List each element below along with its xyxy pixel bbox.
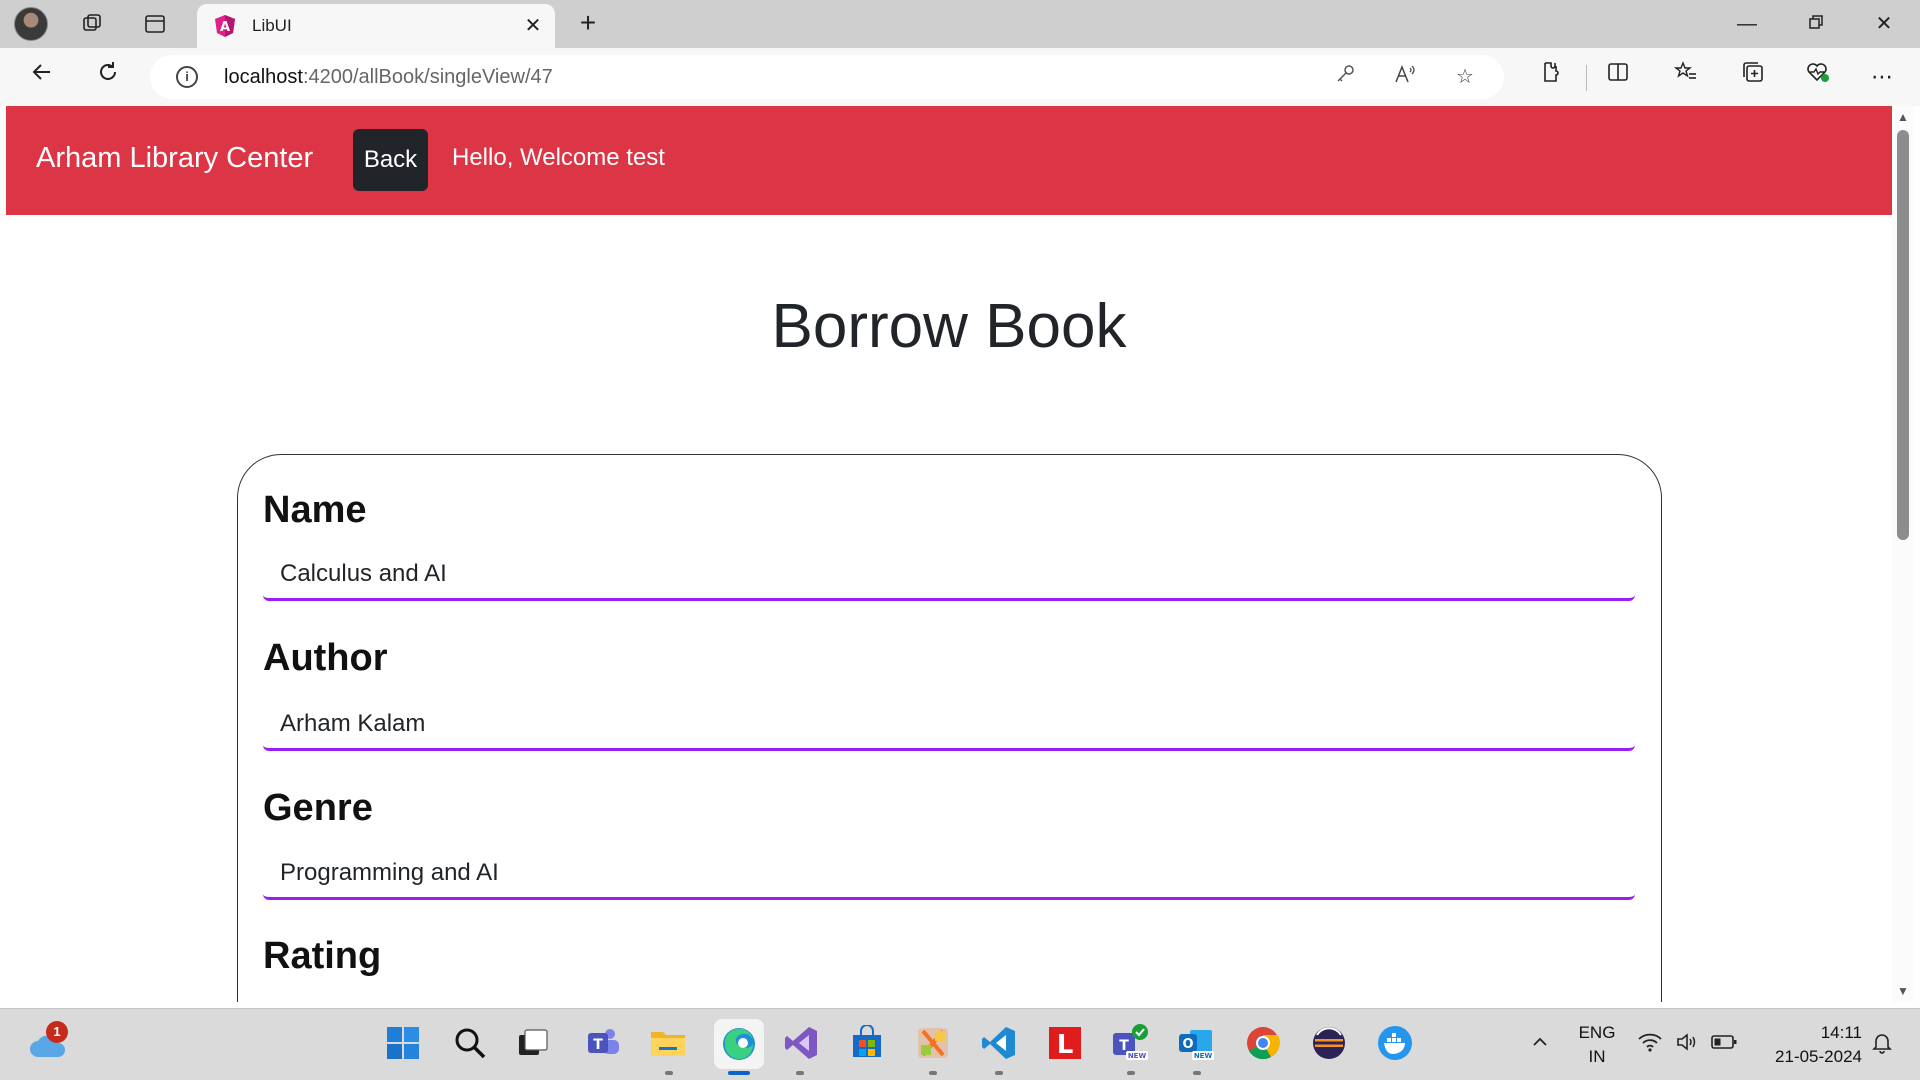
extensions-icon[interactable] — [1530, 59, 1566, 95]
refresh-icon[interactable] — [90, 59, 126, 95]
address-bar[interactable]: i localhost:4200/allBook/singleView/47 ☆ — [150, 55, 1504, 99]
scroll-up-arrow-icon[interactable]: ▲ — [1896, 110, 1910, 124]
browser-tab-bar: A LibUI ✕ + — ✕ — [0, 0, 1920, 48]
svg-text:L: L — [1057, 1030, 1074, 1060]
store-icon[interactable] — [847, 1023, 887, 1063]
vscode-icon[interactable] — [979, 1023, 1019, 1063]
vscode-running-indicator — [995, 1071, 1003, 1075]
workspaces-icon[interactable] — [76, 8, 108, 40]
svg-text:A: A — [220, 20, 230, 35]
clock-time[interactable]: 14:11 — [1752, 1023, 1862, 1043]
battery-icon[interactable] — [1710, 1031, 1738, 1059]
edge-active-indicator — [728, 1071, 750, 1075]
split-screen-icon[interactable] — [1600, 59, 1636, 95]
site-info-icon[interactable]: i — [176, 66, 198, 88]
teams-icon[interactable]: T — [583, 1023, 623, 1063]
xampp-running-indicator — [929, 1071, 937, 1075]
back-button[interactable]: Back — [353, 129, 428, 191]
language-code[interactable]: ENG — [1570, 1023, 1624, 1043]
svg-text:NEW: NEW — [1128, 1052, 1147, 1060]
search-icon[interactable] — [450, 1023, 490, 1063]
scroll-down-arrow-icon[interactable]: ▼ — [1896, 984, 1910, 998]
name-label: Name — [263, 489, 367, 531]
browser-toolbar: i localhost:4200/allBook/singleView/47 ☆… — [0, 48, 1920, 106]
close-window-button[interactable]: ✕ — [1864, 8, 1904, 40]
language-region[interactable]: IN — [1570, 1047, 1624, 1067]
rating-label: Rating — [263, 935, 382, 977]
windows-taskbar: 1 T L T NEW O NEW ENG IN 14:11 21-05-202… — [0, 1008, 1920, 1080]
back-arrow-icon[interactable] — [24, 59, 60, 95]
author-field[interactable] — [263, 699, 1635, 751]
eclipse-icon[interactable] — [1309, 1023, 1349, 1063]
page-title: Borrow Book — [771, 292, 1127, 361]
more-options-icon[interactable]: ⋯ — [1864, 59, 1900, 95]
genre-field[interactable] — [263, 848, 1635, 900]
wifi-icon[interactable] — [1636, 1031, 1664, 1059]
favorite-star-icon[interactable]: ☆ — [1450, 63, 1480, 91]
author-label: Author — [263, 637, 388, 679]
address-url[interactable]: localhost:4200/allBook/singleView/47 — [224, 66, 553, 89]
password-key-icon[interactable] — [1330, 63, 1360, 91]
genre-label: Genre — [263, 787, 373, 829]
minimize-button[interactable]: — — [1727, 8, 1767, 40]
visual-studio-running-indicator — [796, 1071, 804, 1075]
file-explorer-icon[interactable] — [648, 1023, 688, 1063]
svg-text:O: O — [1182, 1037, 1193, 1052]
page-viewport: Arham Library Center Back Hello, Welcome… — [6, 106, 1892, 1002]
brand-title[interactable]: Arham Library Center — [36, 142, 313, 175]
svg-text:NEW: NEW — [1194, 1052, 1213, 1060]
welcome-text: Hello, Welcome test — [452, 144, 665, 171]
restore-button[interactable] — [1796, 8, 1836, 40]
start-icon[interactable] — [383, 1023, 423, 1063]
xampp-icon[interactable] — [913, 1023, 953, 1063]
angular-icon: A — [213, 14, 237, 38]
browser-essentials-icon[interactable] — [1800, 59, 1836, 95]
active-tab[interactable]: A LibUI ✕ — [197, 4, 555, 48]
url-host: localhost — [224, 66, 303, 88]
favorites-icon[interactable] — [1668, 59, 1704, 95]
close-tab-icon[interactable]: ✕ — [521, 14, 545, 38]
task-view-icon[interactable] — [513, 1023, 553, 1063]
teams-new-icon[interactable]: T NEW — [1110, 1023, 1150, 1063]
borrow-form-card: Name Author Genre Rating — [237, 454, 1662, 1002]
outlook-running-indicator — [1193, 1071, 1201, 1075]
url-path: :4200/allBook/singleView/47 — [302, 66, 553, 88]
lens-icon[interactable]: L — [1045, 1023, 1085, 1063]
name-field[interactable] — [263, 549, 1635, 601]
notifications-icon[interactable] — [1868, 1031, 1896, 1059]
scroll-thumb[interactable] — [1897, 130, 1909, 540]
svg-text:T: T — [593, 1037, 603, 1053]
outlook-new-icon[interactable]: O NEW — [1176, 1023, 1216, 1063]
clock-date[interactable]: 21-05-2024 — [1752, 1047, 1862, 1067]
toolbar-separator — [1586, 65, 1587, 91]
profile-avatar[interactable] — [14, 7, 48, 41]
app-navbar: Arham Library Center Back Hello, Welcome… — [6, 106, 1892, 215]
chrome-icon[interactable] — [1243, 1023, 1283, 1063]
visual-studio-icon[interactable] — [781, 1023, 821, 1063]
new-tab-button[interactable]: + — [572, 8, 604, 40]
tab-title: LibUI — [252, 16, 292, 35]
weather-notification-badge: 1 — [46, 1021, 68, 1043]
docker-icon[interactable] — [1375, 1023, 1415, 1063]
collections-icon[interactable] — [1735, 59, 1771, 95]
page-scrollbar[interactable]: ▲ ▼ — [1892, 106, 1914, 1002]
vertical-tabs-icon[interactable] — [139, 8, 171, 40]
read-aloud-icon[interactable] — [1390, 63, 1420, 91]
volume-icon[interactable] — [1674, 1031, 1702, 1059]
edge-icon[interactable] — [714, 1019, 764, 1069]
file-explorer-running-indicator — [665, 1071, 673, 1075]
teams-new-running-indicator — [1127, 1071, 1135, 1075]
chevron-up-icon[interactable] — [1526, 1031, 1554, 1059]
